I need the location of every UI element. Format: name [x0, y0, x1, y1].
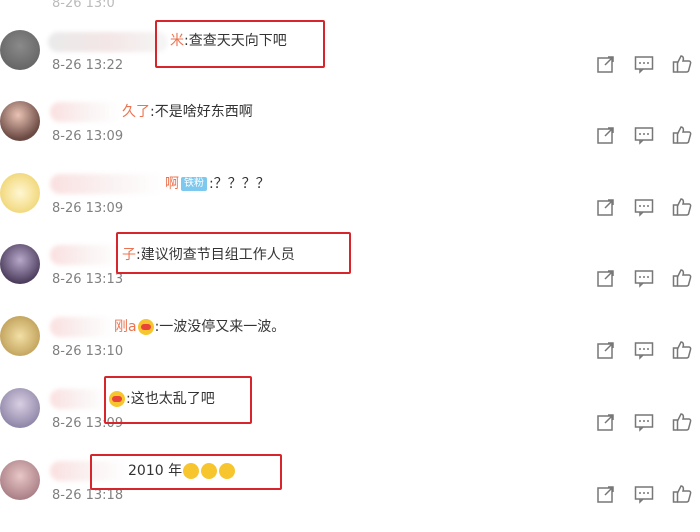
comment-actions — [596, 197, 700, 219]
share-icon[interactable] — [596, 125, 616, 145]
share-icon[interactable] — [596, 268, 616, 288]
comment-icon[interactable] — [634, 268, 654, 288]
share-icon[interactable] — [596, 54, 616, 74]
comment-timestamp: 8-26 13:22 — [52, 58, 124, 73]
top-fragment: 8-26 13:0 — [52, 0, 115, 11]
comment-text: :一波没停又来一波。 — [154, 319, 286, 335]
thumbs-up-icon[interactable] — [672, 197, 692, 217]
comment-icon[interactable] — [634, 125, 654, 145]
share-icon[interactable] — [596, 340, 616, 360]
comment-timestamp: 8-26 13:18 — [52, 488, 124, 503]
comment-timestamp: 8-26 13:09 — [52, 129, 124, 144]
comment-actions — [596, 340, 700, 362]
avatar[interactable] — [0, 388, 40, 428]
avatar[interactable] — [0, 316, 40, 356]
comment-text: :不是啥好东西啊 — [150, 104, 253, 120]
avatar[interactable] — [0, 173, 40, 213]
comment-icon[interactable] — [634, 340, 654, 360]
thumbs-up-icon[interactable] — [672, 268, 692, 288]
blurred-username — [50, 245, 122, 265]
thumbs-up-icon[interactable] — [672, 412, 692, 432]
comment-timestamp: 8-26 13:10 — [52, 344, 124, 359]
highlight-box — [155, 20, 325, 68]
blurred-username — [48, 32, 168, 52]
comment-actions — [596, 54, 700, 76]
comment-item: 米 :查查天天向下吧 8-26 13:22 — [0, 30, 700, 102]
comment-timestamp: 8-26 13:13 — [52, 272, 124, 287]
heart-eyes-emoji-icon — [137, 319, 154, 335]
comment-icon[interactable] — [634, 484, 654, 504]
thumbs-up-icon[interactable] — [672, 340, 692, 360]
comment-username[interactable]: 久了 — [122, 101, 150, 123]
share-icon[interactable] — [596, 484, 616, 504]
comment-icon[interactable] — [634, 197, 654, 217]
share-icon[interactable] — [596, 197, 616, 217]
blurred-username — [50, 317, 115, 337]
comment-username[interactable]: 刚a — [114, 316, 137, 338]
comment-text: :？？？？ — [209, 176, 270, 192]
avatar[interactable] — [0, 244, 40, 284]
comment-icon[interactable] — [634, 412, 654, 432]
blurred-username — [50, 389, 108, 409]
thumbs-up-icon[interactable] — [672, 125, 692, 145]
comment-timestamp: 8-26 13:09 — [52, 201, 124, 216]
comment-actions — [596, 125, 700, 147]
comment-actions — [596, 268, 700, 290]
blurred-username — [50, 102, 120, 122]
fan-badge: 铁粉 — [181, 177, 207, 191]
highlight-box — [104, 376, 252, 424]
comment-item: 久了 :不是啥好东西啊 8-26 13:09 — [0, 101, 700, 173]
thumbs-up-icon[interactable] — [672, 484, 692, 504]
thumbs-up-icon[interactable] — [672, 54, 692, 74]
comment-username[interactable]: 啊 — [165, 173, 179, 195]
comment-actions — [596, 484, 700, 506]
avatar[interactable] — [0, 30, 40, 70]
avatar[interactable] — [0, 101, 40, 141]
highlight-box — [116, 232, 351, 274]
comment-icon[interactable] — [634, 54, 654, 74]
share-icon[interactable] — [596, 412, 616, 432]
highlight-box — [90, 454, 282, 490]
comment-actions — [596, 412, 700, 434]
blurred-username — [50, 174, 165, 194]
avatar[interactable] — [0, 460, 40, 500]
